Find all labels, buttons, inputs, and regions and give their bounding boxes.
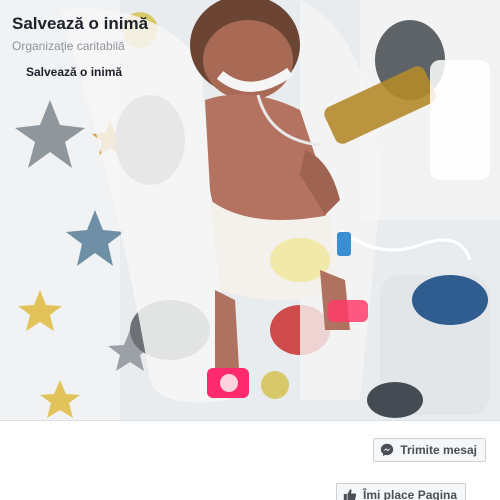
messenger-icon [380, 442, 394, 458]
thumbs-up-icon [343, 487, 357, 500]
like-page-button[interactable]: Îmi place Pagina [336, 483, 466, 500]
page-name-link[interactable]: Salvează o inimă [12, 14, 148, 34]
post-photo[interactable] [0, 0, 500, 420]
page-category: Organizaţie caritabilă [12, 39, 125, 53]
page-name-secondary[interactable]: Salvează o inimă [26, 65, 122, 79]
send-message-label: Trimite mesaj [400, 443, 477, 457]
like-page-label: Îmi place Pagina [363, 488, 458, 500]
post-photo-image [0, 0, 500, 420]
send-message-button[interactable]: Trimite mesaj [373, 438, 486, 462]
